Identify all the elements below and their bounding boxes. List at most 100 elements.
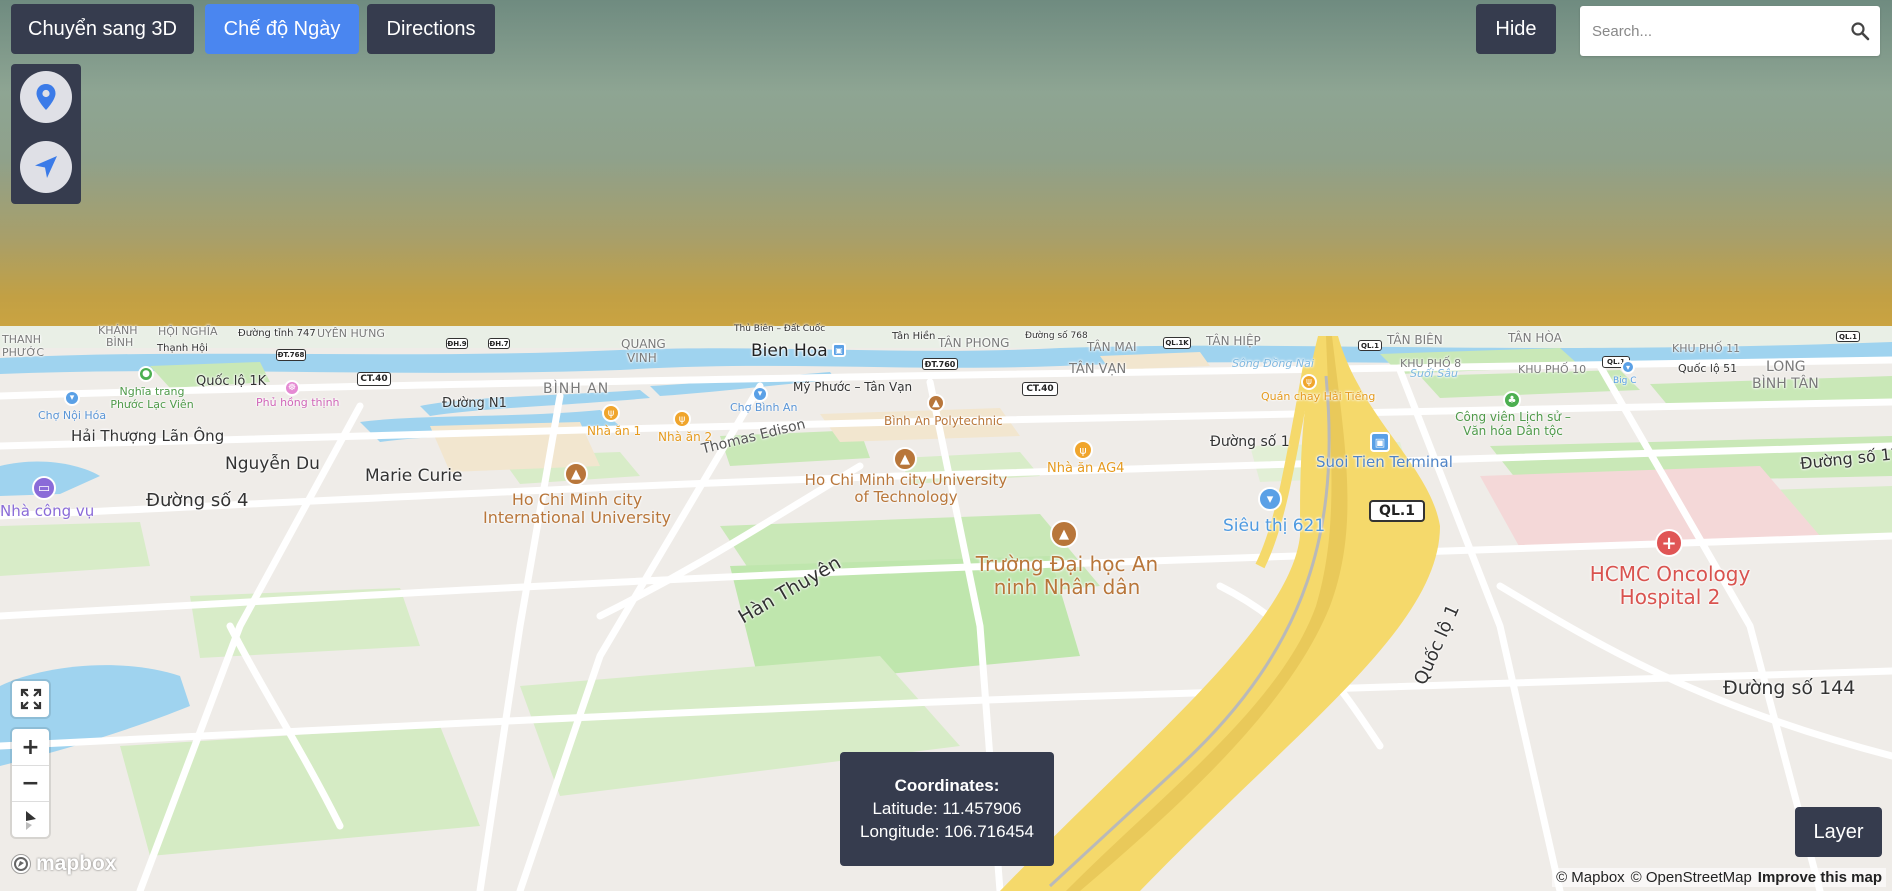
label-long: LONG bbox=[1766, 359, 1806, 375]
osm-attribution-link[interactable]: © OpenStreetMap bbox=[1631, 869, 1752, 886]
label-suoi-sau: Suối Sâu bbox=[1410, 367, 1458, 380]
shopping-icon-sieu-thi: ▾ bbox=[1258, 487, 1282, 511]
shield-ql-1-a: QL.1 bbox=[1358, 340, 1382, 351]
school-icon-university-of-technology: ▲ bbox=[893, 447, 917, 471]
map-pin-icon[interactable] bbox=[20, 71, 72, 123]
mapbox-logo-text: mapbox bbox=[36, 852, 117, 875]
label-uyen-hung: UYÊN HƯNG bbox=[317, 327, 385, 340]
attribution-bar: © Mapbox © OpenStreetMap Improve this ma… bbox=[1552, 868, 1886, 887]
label-hoi-nghia: HỘI NGHĨA bbox=[158, 325, 218, 338]
label-hcmc-oncology-hospital: HCMC Oncology Hospital 2 bbox=[1589, 562, 1751, 609]
market-icon-binh-an: ▾ bbox=[752, 386, 768, 402]
layer-button[interactable]: Layer bbox=[1795, 807, 1882, 857]
cemetery-icon: ● bbox=[138, 366, 154, 382]
label-quoc-lo-1k: Quốc lộ 1K bbox=[196, 374, 267, 389]
search-box bbox=[1580, 6, 1880, 56]
label-thanh: THANH bbox=[2, 333, 42, 346]
label-tan-bien: TÂN BIÊN bbox=[1387, 333, 1443, 347]
mapbox-attribution-link[interactable]: © Mapbox bbox=[1556, 869, 1625, 886]
label-binh-an-polytechnic: Bình An Polytechnic bbox=[884, 414, 1003, 428]
coordinates-title: Coordinates: bbox=[894, 776, 1000, 795]
mapbox-logo-icon bbox=[11, 854, 31, 874]
search-icon[interactable] bbox=[1840, 6, 1880, 56]
directions-button[interactable]: Directions bbox=[367, 4, 495, 54]
label-my-phuoc-tan-van: Mỹ Phước – Tân Vạn bbox=[793, 380, 913, 394]
label-tan-hoa: TÂN HÒA bbox=[1508, 331, 1562, 345]
label-duong-so-768: Đường số 768 bbox=[1025, 331, 1088, 341]
shield-dh-7: ĐH.7 bbox=[488, 338, 510, 349]
label-tan-hien: Tân Hiền bbox=[892, 331, 936, 342]
label-phu-hong-thinh: Phủ hồng thịnh bbox=[256, 396, 340, 409]
park-icon-cong-vien: ♣ bbox=[1503, 391, 1521, 409]
zoom-out-button[interactable]: − bbox=[12, 765, 49, 801]
label-vinh: VINH bbox=[627, 351, 657, 365]
label-thanh-hoi: Thạnh Hội bbox=[157, 343, 208, 354]
coordinates-panel: Coordinates: Latitude: 11.457906 Longitu… bbox=[840, 752, 1054, 866]
toggle-3d-button[interactable]: Chuyển sang 3D bbox=[11, 4, 194, 54]
hide-button[interactable]: Hide bbox=[1476, 4, 1556, 54]
label-nha-an-ag4: Nhà ăn AG4 bbox=[1047, 461, 1125, 476]
label-cong-vien: Công viên Lịch sử – Văn hóa Dân tộc bbox=[1455, 410, 1571, 438]
label-bien-hoa: Bien Hoa bbox=[751, 341, 828, 361]
market-icon-noi-hoa: ▾ bbox=[64, 390, 80, 406]
zoom-control: + − bbox=[12, 729, 49, 837]
shield-ql-1k: QL.1K bbox=[1163, 337, 1191, 349]
bus-station-icon-suoi-tien: ▣ bbox=[1370, 432, 1390, 452]
label-cho-binh-an: Chợ Bình An bbox=[730, 401, 798, 414]
label-binh-tan: BÌNH TÂN bbox=[1752, 376, 1819, 392]
label-truong-dai-hoc-an-ninh: Trường Đại học An ninh Nhân dân bbox=[975, 552, 1159, 599]
longitude-value: Longitude: 106.716454 bbox=[860, 822, 1034, 841]
improve-map-link[interactable]: Improve this map bbox=[1758, 869, 1882, 886]
shopping-icon-big-c: ▾ bbox=[1621, 360, 1635, 374]
label-duong-so-4: Đường số 4 bbox=[146, 490, 249, 511]
day-mode-button[interactable]: Chế độ Ngày bbox=[205, 4, 359, 54]
label-tan-phong: TÂN PHONG bbox=[938, 336, 1010, 350]
shield-ql-1-main: QL.1 bbox=[1369, 500, 1425, 522]
label-tan-mai: TÂN MAI bbox=[1087, 340, 1137, 354]
label-phuoc: PHƯỚC bbox=[2, 346, 45, 359]
latitude-value: Latitude: 11.457906 bbox=[872, 799, 1022, 818]
label-international-university: Ho Chi Minh city International Universit… bbox=[483, 490, 671, 528]
label-duong-tinh-747: Đường tỉnh 747 bbox=[238, 328, 316, 339]
shield-ct-40-b: CT.40 bbox=[1022, 382, 1058, 396]
school-icon-international-university: ▲ bbox=[564, 462, 588, 486]
label-nghia-trang: Nghĩa trang Phước Lạc Viên bbox=[110, 385, 194, 411]
zoom-in-button[interactable]: + bbox=[12, 729, 49, 765]
label-duong-n1: Đường N1 bbox=[442, 396, 507, 411]
label-duong-so-1: Đường số 1 bbox=[1210, 434, 1290, 450]
label-quoc-lo-51: Quốc lộ 51 bbox=[1678, 362, 1738, 375]
navigation-arrow-icon[interactable] bbox=[20, 141, 72, 193]
restaurant-icon-nha-an-ag4: ψ bbox=[1073, 440, 1093, 460]
mapbox-logo[interactable]: mapbox bbox=[10, 852, 117, 876]
label-song-dong-nai: Sông Đồng Nai bbox=[1232, 357, 1314, 370]
map-canvas[interactable]: THANH PHƯỚC KHÁNH BÌNH HỘI NGHĨA Thạnh H… bbox=[0, 0, 1892, 891]
label-khu-pho-10: KHU PHỐ 10 bbox=[1518, 363, 1587, 376]
shield-ct-40-a: CT.40 bbox=[357, 372, 391, 386]
label-suoi-tien-terminal: Suoi Tien Terminal bbox=[1316, 453, 1453, 471]
school-icon-polytechnic: ▲ bbox=[927, 394, 945, 412]
label-quang: QUANG bbox=[621, 337, 666, 351]
bus-icon-bien-hoa: ▣ bbox=[832, 343, 846, 357]
side-panel bbox=[11, 64, 81, 204]
compass-icon[interactable] bbox=[12, 801, 49, 837]
fullscreen-control bbox=[12, 681, 49, 717]
label-cho-noi-hoa: Chợ Nội Hóa bbox=[38, 409, 107, 422]
label-university-of-technology: Ho Chi Minh city University of Technolog… bbox=[804, 471, 1008, 507]
label-thu-bien: Thủ Biên – Đất Cuốc bbox=[734, 324, 826, 334]
label-nguyen-du: Nguyễn Du bbox=[225, 454, 320, 474]
label-khu-pho-11: KHU PHỐ 11 bbox=[1672, 342, 1741, 355]
label-hai-thuong-lan-ong: Hải Thượng Lãn Ông bbox=[71, 427, 225, 445]
label-duong-so-144: Đường số 144 bbox=[1723, 677, 1856, 699]
shield-dt-760: ĐT.760 bbox=[922, 358, 958, 370]
label-quan-chay: Quán chay Hải Tiếng bbox=[1261, 390, 1376, 403]
label-marie-curie: Marie Curie bbox=[365, 466, 463, 486]
label-tan-van: TÂN VẠN bbox=[1069, 362, 1127, 377]
temple-icon: ☸ bbox=[284, 380, 300, 396]
label-tan-hiep: TÂN HIỆP bbox=[1206, 334, 1261, 348]
restaurant-icon-quan-chay: ψ bbox=[1301, 374, 1317, 390]
label-binh: BÌNH bbox=[106, 336, 134, 349]
label-sieu-thi-621: Siêu thị 621 bbox=[1223, 516, 1326, 536]
fullscreen-icon[interactable] bbox=[12, 681, 49, 717]
shield-dt-768: ĐT.768 bbox=[276, 349, 306, 361]
search-input[interactable] bbox=[1580, 6, 1840, 56]
